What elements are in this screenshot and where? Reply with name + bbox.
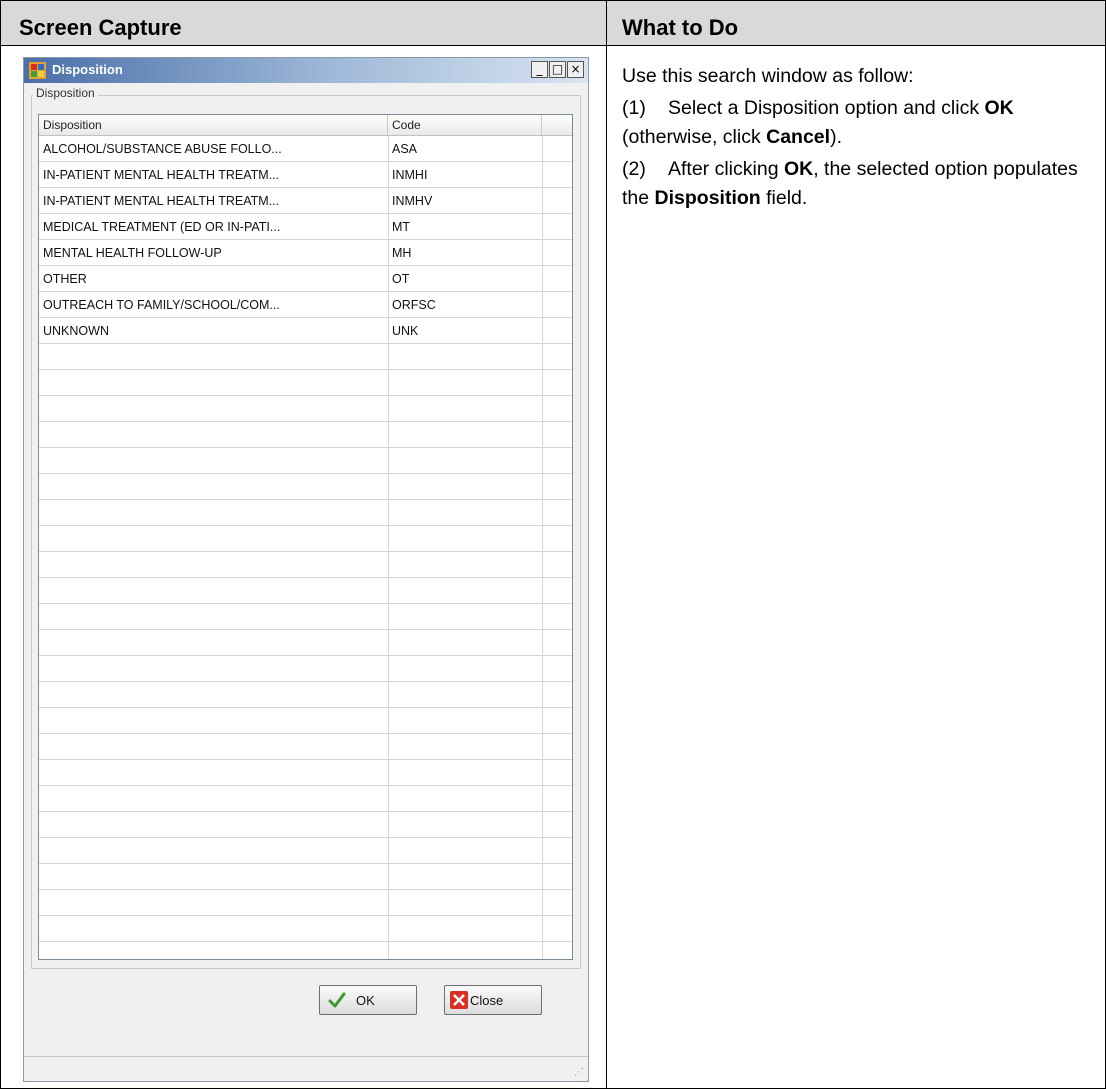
code-cell: ORFSC: [392, 298, 436, 312]
table-row[interactable]: OTHER OT: [39, 266, 572, 292]
disposition-cell: OTHER: [43, 272, 87, 286]
empty-row: [39, 370, 572, 396]
empty-row: [39, 344, 572, 370]
disposition-grid[interactable]: Disposition Code ALCOHOL/SUBSTANCE ABUSE…: [38, 114, 573, 960]
column-header-code[interactable]: Code: [388, 115, 542, 135]
step-number: (1): [622, 97, 646, 119]
empty-row: [39, 890, 572, 916]
table-row[interactable]: OUTREACH TO FAMILY/SCHOOL/COM... ORFSC: [39, 292, 572, 318]
empty-row: [39, 656, 572, 682]
dialog-title: Disposition: [52, 62, 123, 77]
disposition-cell: IN-PATIENT MENTAL HEALTH TREATM...: [43, 194, 280, 208]
disposition-cell: MENTAL HEALTH FOLLOW-UP: [43, 246, 222, 260]
groupbox-label: Disposition: [33, 86, 98, 100]
table-row[interactable]: UNKNOWN UNK: [39, 318, 572, 344]
empty-row: [39, 864, 572, 890]
empty-row: [39, 916, 572, 942]
empty-row: [39, 422, 572, 448]
table-row[interactable]: MEDICAL TREATMENT (ED OR IN-PATI... MT: [39, 214, 572, 240]
code-cell: INMHV: [392, 194, 433, 208]
step-number: (2): [622, 158, 646, 180]
ok-label: OK: [356, 993, 375, 1008]
empty-row: [39, 812, 572, 838]
empty-row: [39, 474, 572, 500]
column-header-disposition[interactable]: Disposition: [39, 115, 388, 135]
empty-row: [39, 682, 572, 708]
code-cell: MT: [392, 220, 411, 234]
dialog-titlebar: Disposition _ □ ×: [24, 58, 588, 83]
empty-row: [39, 838, 572, 864]
table-row[interactable]: ALCOHOL/SUBSTANCE ABUSE FOLLO... ASA: [39, 136, 572, 162]
resize-grip-icon[interactable]: ⋰: [574, 1067, 584, 1078]
column-header-extra[interactable]: [542, 115, 572, 135]
disposition-cell: MEDICAL TREATMENT (ED OR IN-PATI...: [43, 220, 281, 234]
instructions: Use this search window as follow: (1) Sel…: [622, 62, 1092, 216]
empty-row: [39, 396, 572, 422]
close-button[interactable]: Close: [444, 985, 542, 1015]
titlebar-buttons: _ □ ×: [530, 61, 584, 80]
minimize-button[interactable]: _: [531, 61, 548, 78]
close-window-button[interactable]: ×: [567, 61, 584, 78]
step-text: ).: [830, 126, 842, 148]
instructions-intro: Use this search window as follow:: [622, 65, 914, 87]
grid-rows: ALCOHOL/SUBSTANCE ABUSE FOLLO... ASA IN-PA…: [39, 136, 572, 942]
close-label: Close: [470, 993, 504, 1008]
empty-row: [39, 552, 572, 578]
code-cell: UNK: [392, 324, 419, 338]
empty-row: [39, 578, 572, 604]
instruction-step-1: (1) Select a Disposition option and click…: [622, 94, 1092, 152]
ok-keyword: OK: [984, 97, 1014, 119]
empty-row: [39, 604, 572, 630]
empty-row: [39, 526, 572, 552]
empty-row: [39, 708, 572, 734]
disposition-cell: UNKNOWN: [43, 324, 109, 338]
maximize-button[interactable]: □: [549, 61, 566, 78]
document-table: Screen Capture What to Do Disposition _ …: [0, 0, 1106, 1089]
disposition-cell: OUTREACH TO FAMILY/SCHOOL/COM...: [43, 298, 280, 312]
step-text: (otherwise, click: [622, 126, 767, 148]
step-text: Select a Disposition option and click: [668, 97, 985, 119]
code-cell: MH: [392, 246, 412, 260]
table-row[interactable]: IN-PATIENT MENTAL HEALTH TREATM... INMHI: [39, 162, 572, 188]
ok-keyword: OK: [783, 158, 814, 180]
ok-button[interactable]: OK: [319, 985, 417, 1015]
empty-row: [39, 630, 572, 656]
code-cell: INMHI: [392, 168, 428, 182]
status-bar: ⋰: [24, 1056, 588, 1081]
code-cell: OT: [392, 272, 410, 286]
cancel-keyword: Cancel: [766, 126, 831, 148]
code-cell: ASA: [392, 142, 418, 156]
empty-row: [39, 500, 572, 526]
checkmark-icon: [328, 992, 346, 1008]
header-what-to-do: What to Do: [606, 0, 1106, 46]
empty-row: [39, 734, 572, 760]
grid-header: Disposition Code: [39, 115, 572, 136]
disposition-cell: ALCOHOL/SUBSTANCE ABUSE FOLLO...: [43, 142, 282, 156]
empty-row: [39, 448, 572, 474]
red-x-icon: [450, 991, 468, 1009]
empty-row: [39, 760, 572, 786]
app-window-icon: [29, 62, 46, 79]
table-row[interactable]: MENTAL HEALTH FOLLOW-UP MH: [39, 240, 572, 266]
disposition-dialog: Disposition _ □ × Disposition Dispositio…: [23, 57, 589, 1082]
screen-capture-cell: Disposition _ □ × Disposition Dispositio…: [0, 45, 607, 1089]
step-text: After clicking: [668, 158, 784, 180]
header-screen-capture: Screen Capture: [0, 0, 607, 46]
empty-row: [39, 786, 572, 812]
what-to-do-cell: Use this search window as follow: (1) Sel…: [606, 45, 1106, 1089]
step-text: field.: [760, 187, 808, 209]
disposition-cell: IN-PATIENT MENTAL HEALTH TREATM...: [43, 168, 280, 182]
table-row[interactable]: IN-PATIENT MENTAL HEALTH TREATM... INMHV: [39, 188, 572, 214]
disposition-keyword: Disposition: [654, 187, 761, 209]
instruction-step-2: (2) After clicking OK, the selected optio…: [622, 155, 1092, 213]
